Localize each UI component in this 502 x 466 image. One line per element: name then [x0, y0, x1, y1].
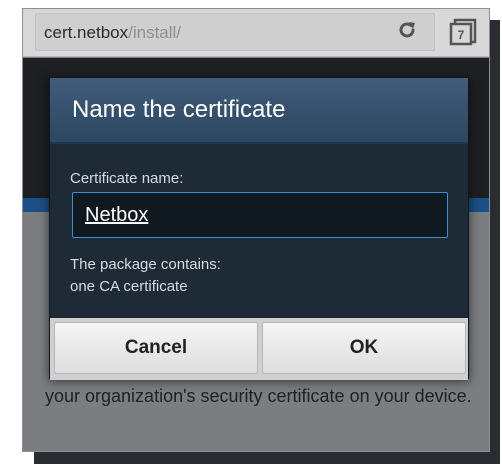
dialog-body: Certificate name: The package contains: … [50, 146, 468, 316]
dialog-title: Name the certificate [72, 96, 286, 123]
url-field[interactable]: cert.netbox/install/ [35, 13, 435, 51]
cancel-button[interactable]: Cancel [54, 322, 258, 374]
tabs-icon[interactable]: 7 [449, 18, 477, 46]
package-contents-value: one CA certificate [70, 278, 188, 295]
browser-toolbar: cert.netbox/install/ 7 [23, 9, 489, 57]
certificate-name-label: Certificate name: [70, 170, 184, 187]
dialog-header: Name the certificate [50, 78, 468, 144]
url-path: /install/ [128, 23, 182, 42]
package-contents-label: The package contains: [70, 256, 221, 273]
device-screen: cert.netbox/install/ 7 your organization… [22, 8, 490, 452]
dialog-button-bar: Cancel OK [50, 318, 468, 380]
page-body-text: your organization's security certificate… [45, 386, 472, 406]
reload-icon[interactable] [397, 20, 417, 40]
tab-count: 7 [458, 28, 465, 42]
url-host: cert.netbox [44, 23, 129, 42]
ok-button[interactable]: OK [262, 322, 466, 374]
name-certificate-dialog: Name the certificate Certificate name: T… [49, 77, 469, 380]
certificate-name-input[interactable] [72, 192, 448, 238]
